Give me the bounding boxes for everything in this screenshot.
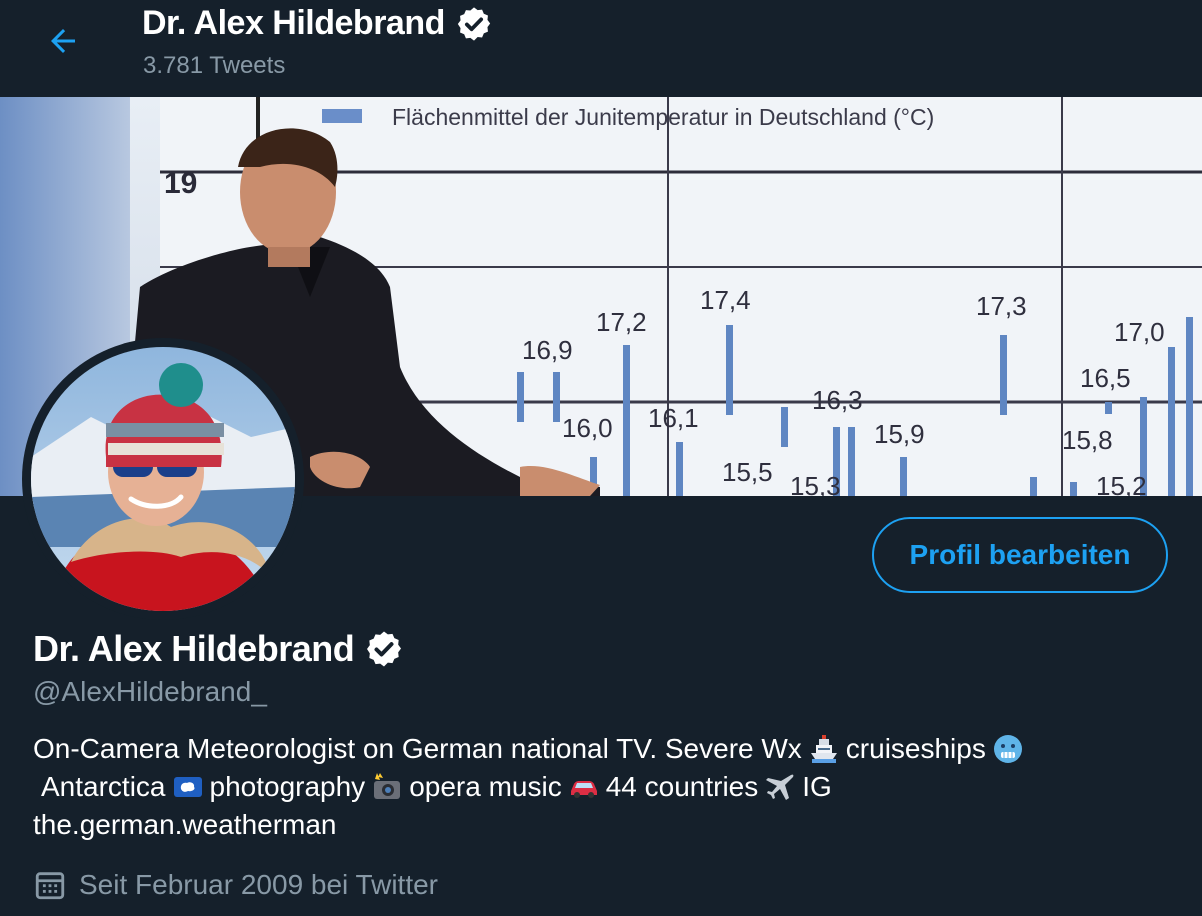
bio-text: IG: [802, 771, 832, 802]
banner-value-label: 15,9: [874, 419, 925, 449]
banner-value-label: 15,5: [722, 457, 773, 487]
bio-text: photography: [209, 771, 366, 802]
banner-value-label: 15,3: [790, 471, 841, 496]
bio-text: 44 countries: [605, 771, 759, 802]
edit-profile-button[interactable]: Profil bearbeiten: [872, 517, 1168, 593]
banner-chart-title: Flächenmittel der Junitemperatur in Deut…: [392, 104, 934, 130]
banner-value-label: 17,4: [700, 285, 751, 315]
profile-bio: On-Camera Meteorologist on German nation…: [33, 730, 1153, 844]
header-title: Dr. Alex Hildebrand: [142, 4, 493, 43]
header-name-text: Dr. Alex Hildebrand: [142, 4, 445, 42]
banner-value-label: 16,3: [812, 385, 863, 415]
banner-value-label: 17,2: [596, 307, 647, 337]
banner-value-label: 15,2: [1096, 471, 1147, 496]
bio-text: opera music: [409, 771, 562, 802]
bio-line: On-Camera Meteorologist on German nation…: [33, 730, 1153, 768]
tweet-count: 3.781 Tweets: [143, 52, 286, 79]
bio-text: the.german.weatherman: [33, 809, 337, 840]
airplane-emoji: [766, 774, 794, 800]
profile-handle: @AlexHildebrand_: [33, 676, 267, 707]
avatar-container[interactable]: [22, 338, 304, 620]
arrow-left-icon: [51, 29, 75, 53]
back-button[interactable]: [34, 12, 92, 70]
cold-face-emoji: [993, 735, 1022, 763]
bio-text: On-Camera Meteorologist on German nation…: [33, 733, 802, 764]
banner-value-label: 17,3: [976, 291, 1027, 321]
banner-value-label: 16,1: [648, 403, 699, 433]
profile-name: Dr. Alex Hildebrand: [33, 628, 404, 670]
banner-value-label: 16,5: [1080, 363, 1131, 393]
bio-text: Antarctica: [41, 771, 166, 802]
profile-header-bar: Dr. Alex Hildebrand 3.781 Tweets: [0, 0, 1202, 97]
ship-emoji: [810, 735, 837, 763]
banner-value-label: 17,0: [1114, 317, 1165, 347]
bio-text: cruiseships: [845, 733, 986, 764]
bio-line: the.german.weatherman: [33, 806, 1153, 844]
bio-line: Antarctica photography opera music 44 co…: [33, 768, 1153, 806]
avatar-image: [31, 347, 295, 611]
joined-date: Seit Februar 2009 bei Twitter: [33, 868, 438, 902]
car-emoji: [570, 781, 597, 798]
banner-value-label: 16,0: [562, 413, 613, 443]
banner-axis-label: 19: [164, 167, 197, 200]
calendar-icon: [35, 872, 65, 900]
avatar[interactable]: [31, 347, 295, 611]
profile-name-text: Dr. Alex Hildebrand: [33, 628, 355, 669]
joined-text: Seit Februar 2009 bei Twitter: [79, 869, 439, 900]
verified-badge-icon: [457, 6, 491, 41]
banner-value-label: 16,9: [522, 335, 573, 365]
antarctica-flag-emoji: [173, 777, 202, 797]
camera-flash-emoji: [374, 773, 401, 799]
verified-badge-icon: [367, 631, 402, 667]
banner-value-label: 15,8: [1062, 425, 1113, 455]
